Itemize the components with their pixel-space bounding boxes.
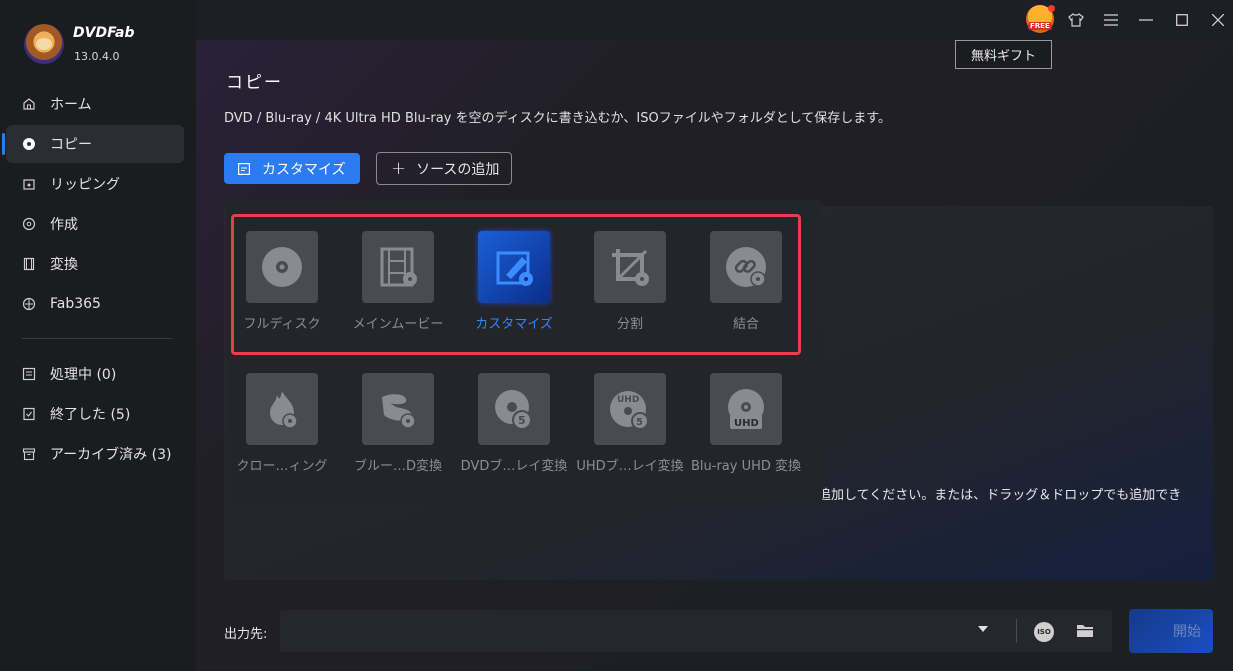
mode-label: UHDブ…レイ変換 bbox=[576, 459, 684, 474]
disc-icon bbox=[23, 138, 35, 150]
mode-uhd-to-bluray[interactable]: UHD 5 UHDブ…レイ変換 bbox=[572, 373, 688, 483]
main-content: コピー DVD / Blu-ray / 4K Ultra HD Blu-ray … bbox=[196, 40, 1233, 671]
sidebar-item-label: リッピング bbox=[50, 177, 120, 193]
folder-icon[interactable] bbox=[1076, 623, 1094, 638]
sidebar-item-label: ホーム bbox=[50, 97, 92, 113]
start-button[interactable]: 開始 bbox=[1129, 609, 1213, 653]
gift-tooltip: 無料ギフト bbox=[955, 40, 1052, 69]
minimize-icon[interactable] bbox=[1134, 8, 1158, 32]
sidebar-item-copy[interactable]: コピー bbox=[2, 125, 184, 163]
plus-icon: + bbox=[391, 158, 407, 179]
mode-label: ブルー…D変換 bbox=[353, 459, 442, 474]
drop-hint: 追加してください。または、ドラッグ＆ドロップでも追加でき bbox=[818, 488, 1182, 503]
free-gift-icon[interactable]: FREE bbox=[1026, 5, 1055, 33]
mode-label: DVDブ…レイ変換 bbox=[460, 459, 568, 474]
customize-button-label: カスタマイズ bbox=[262, 161, 346, 178]
selection-highlight bbox=[231, 214, 801, 355]
mode-dvd-to-bluray[interactable]: 5 DVDブ…レイ変換 bbox=[456, 373, 572, 483]
sidebar-item-label: アーカイブ済み (3) bbox=[50, 447, 172, 463]
bluray-to-dvd-icon bbox=[362, 373, 434, 445]
page-title: コピー bbox=[226, 73, 283, 93]
sidebar: DVDFab 13.0.4.0 ホーム コピー リッピング 作成 変換 Fab3… bbox=[0, 0, 196, 671]
dvdfab-logo bbox=[24, 24, 64, 64]
iso-label: ISO bbox=[1037, 628, 1051, 636]
sidebar-item-create[interactable]: 作成 bbox=[6, 205, 184, 243]
close-icon[interactable] bbox=[1206, 8, 1230, 32]
app-version: 13.0.4.0 bbox=[74, 50, 120, 63]
output-divider bbox=[1016, 619, 1017, 643]
mode-label: Blu-ray UHD 変換 bbox=[690, 459, 802, 474]
add-source-label: ソースの追加 bbox=[416, 161, 500, 178]
brand-name: DVDFab bbox=[73, 25, 135, 41]
sidebar-item-label: Fab365 bbox=[50, 296, 101, 312]
finished-icon bbox=[23, 407, 35, 421]
sidebar-item-label: 終了した (5) bbox=[50, 407, 131, 423]
customize-icon bbox=[238, 162, 250, 175]
shirt-icon[interactable] bbox=[1064, 8, 1088, 32]
sidebar-divider bbox=[22, 338, 172, 339]
bluray-uhd-icon: UHD bbox=[710, 373, 782, 445]
maximize-icon[interactable] bbox=[1170, 8, 1194, 32]
sidebar-item-finished[interactable]: 終了した (5) bbox=[6, 395, 184, 433]
sidebar-item-home[interactable]: ホーム bbox=[6, 85, 184, 123]
menu-icon[interactable] bbox=[1099, 8, 1123, 32]
notification-dot bbox=[1048, 5, 1055, 12]
sidebar-item-archived[interactable]: アーカイブ済み (3) bbox=[6, 435, 184, 473]
processing-icon bbox=[22, 367, 36, 381]
mode-clone-burn[interactable]: クロー…ィング bbox=[224, 373, 340, 483]
svg-text:UHD: UHD bbox=[617, 395, 639, 405]
chevron-down-icon[interactable] bbox=[978, 626, 988, 632]
sidebar-item-label: コピー bbox=[50, 137, 92, 153]
iso-icon[interactable]: ISO bbox=[1034, 622, 1054, 642]
start-button-label: 開始 bbox=[1173, 624, 1201, 640]
fab365-icon bbox=[22, 297, 36, 311]
film-icon bbox=[23, 257, 35, 271]
sidebar-item-processing[interactable]: 処理中 (0) bbox=[6, 355, 184, 393]
svg-text:UHD: UHD bbox=[734, 418, 759, 429]
output-label: 出力先: bbox=[224, 627, 268, 642]
sidebar-item-label: 変換 bbox=[50, 257, 78, 273]
customize-button[interactable]: カスタマイズ bbox=[224, 153, 360, 184]
add-source-button[interactable]: + ソースの追加 bbox=[376, 152, 512, 185]
uhd-to-bluray-icon: UHD 5 bbox=[594, 373, 666, 445]
archive-icon bbox=[22, 448, 36, 461]
free-badge: FREE bbox=[1028, 22, 1052, 30]
dvd-to-bluray-icon: 5 bbox=[478, 373, 550, 445]
page-description: DVD / Blu-ray / 4K Ultra HD Blu-ray を空のデ… bbox=[224, 111, 892, 126]
home-icon bbox=[23, 98, 35, 110]
mode-bluray-uhd[interactable]: UHD Blu-ray UHD 変換 bbox=[688, 373, 804, 483]
sidebar-item-convert[interactable]: 変換 bbox=[6, 245, 184, 283]
clone-burn-icon bbox=[246, 373, 318, 445]
rip-icon bbox=[23, 179, 35, 190]
svg-text:5: 5 bbox=[636, 417, 643, 428]
sidebar-item-fab365[interactable]: Fab365 bbox=[6, 285, 184, 323]
create-icon bbox=[22, 217, 36, 231]
mode-bluray-to-dvd[interactable]: ブルー…D変換 bbox=[340, 373, 456, 483]
mode-label: クロー…ィング bbox=[236, 459, 328, 474]
sidebar-item-label: 作成 bbox=[50, 217, 78, 233]
svg-text:5: 5 bbox=[518, 414, 526, 427]
sidebar-item-label: 処理中 (0) bbox=[50, 367, 117, 383]
sidebar-item-ripping[interactable]: リッピング bbox=[6, 165, 184, 203]
